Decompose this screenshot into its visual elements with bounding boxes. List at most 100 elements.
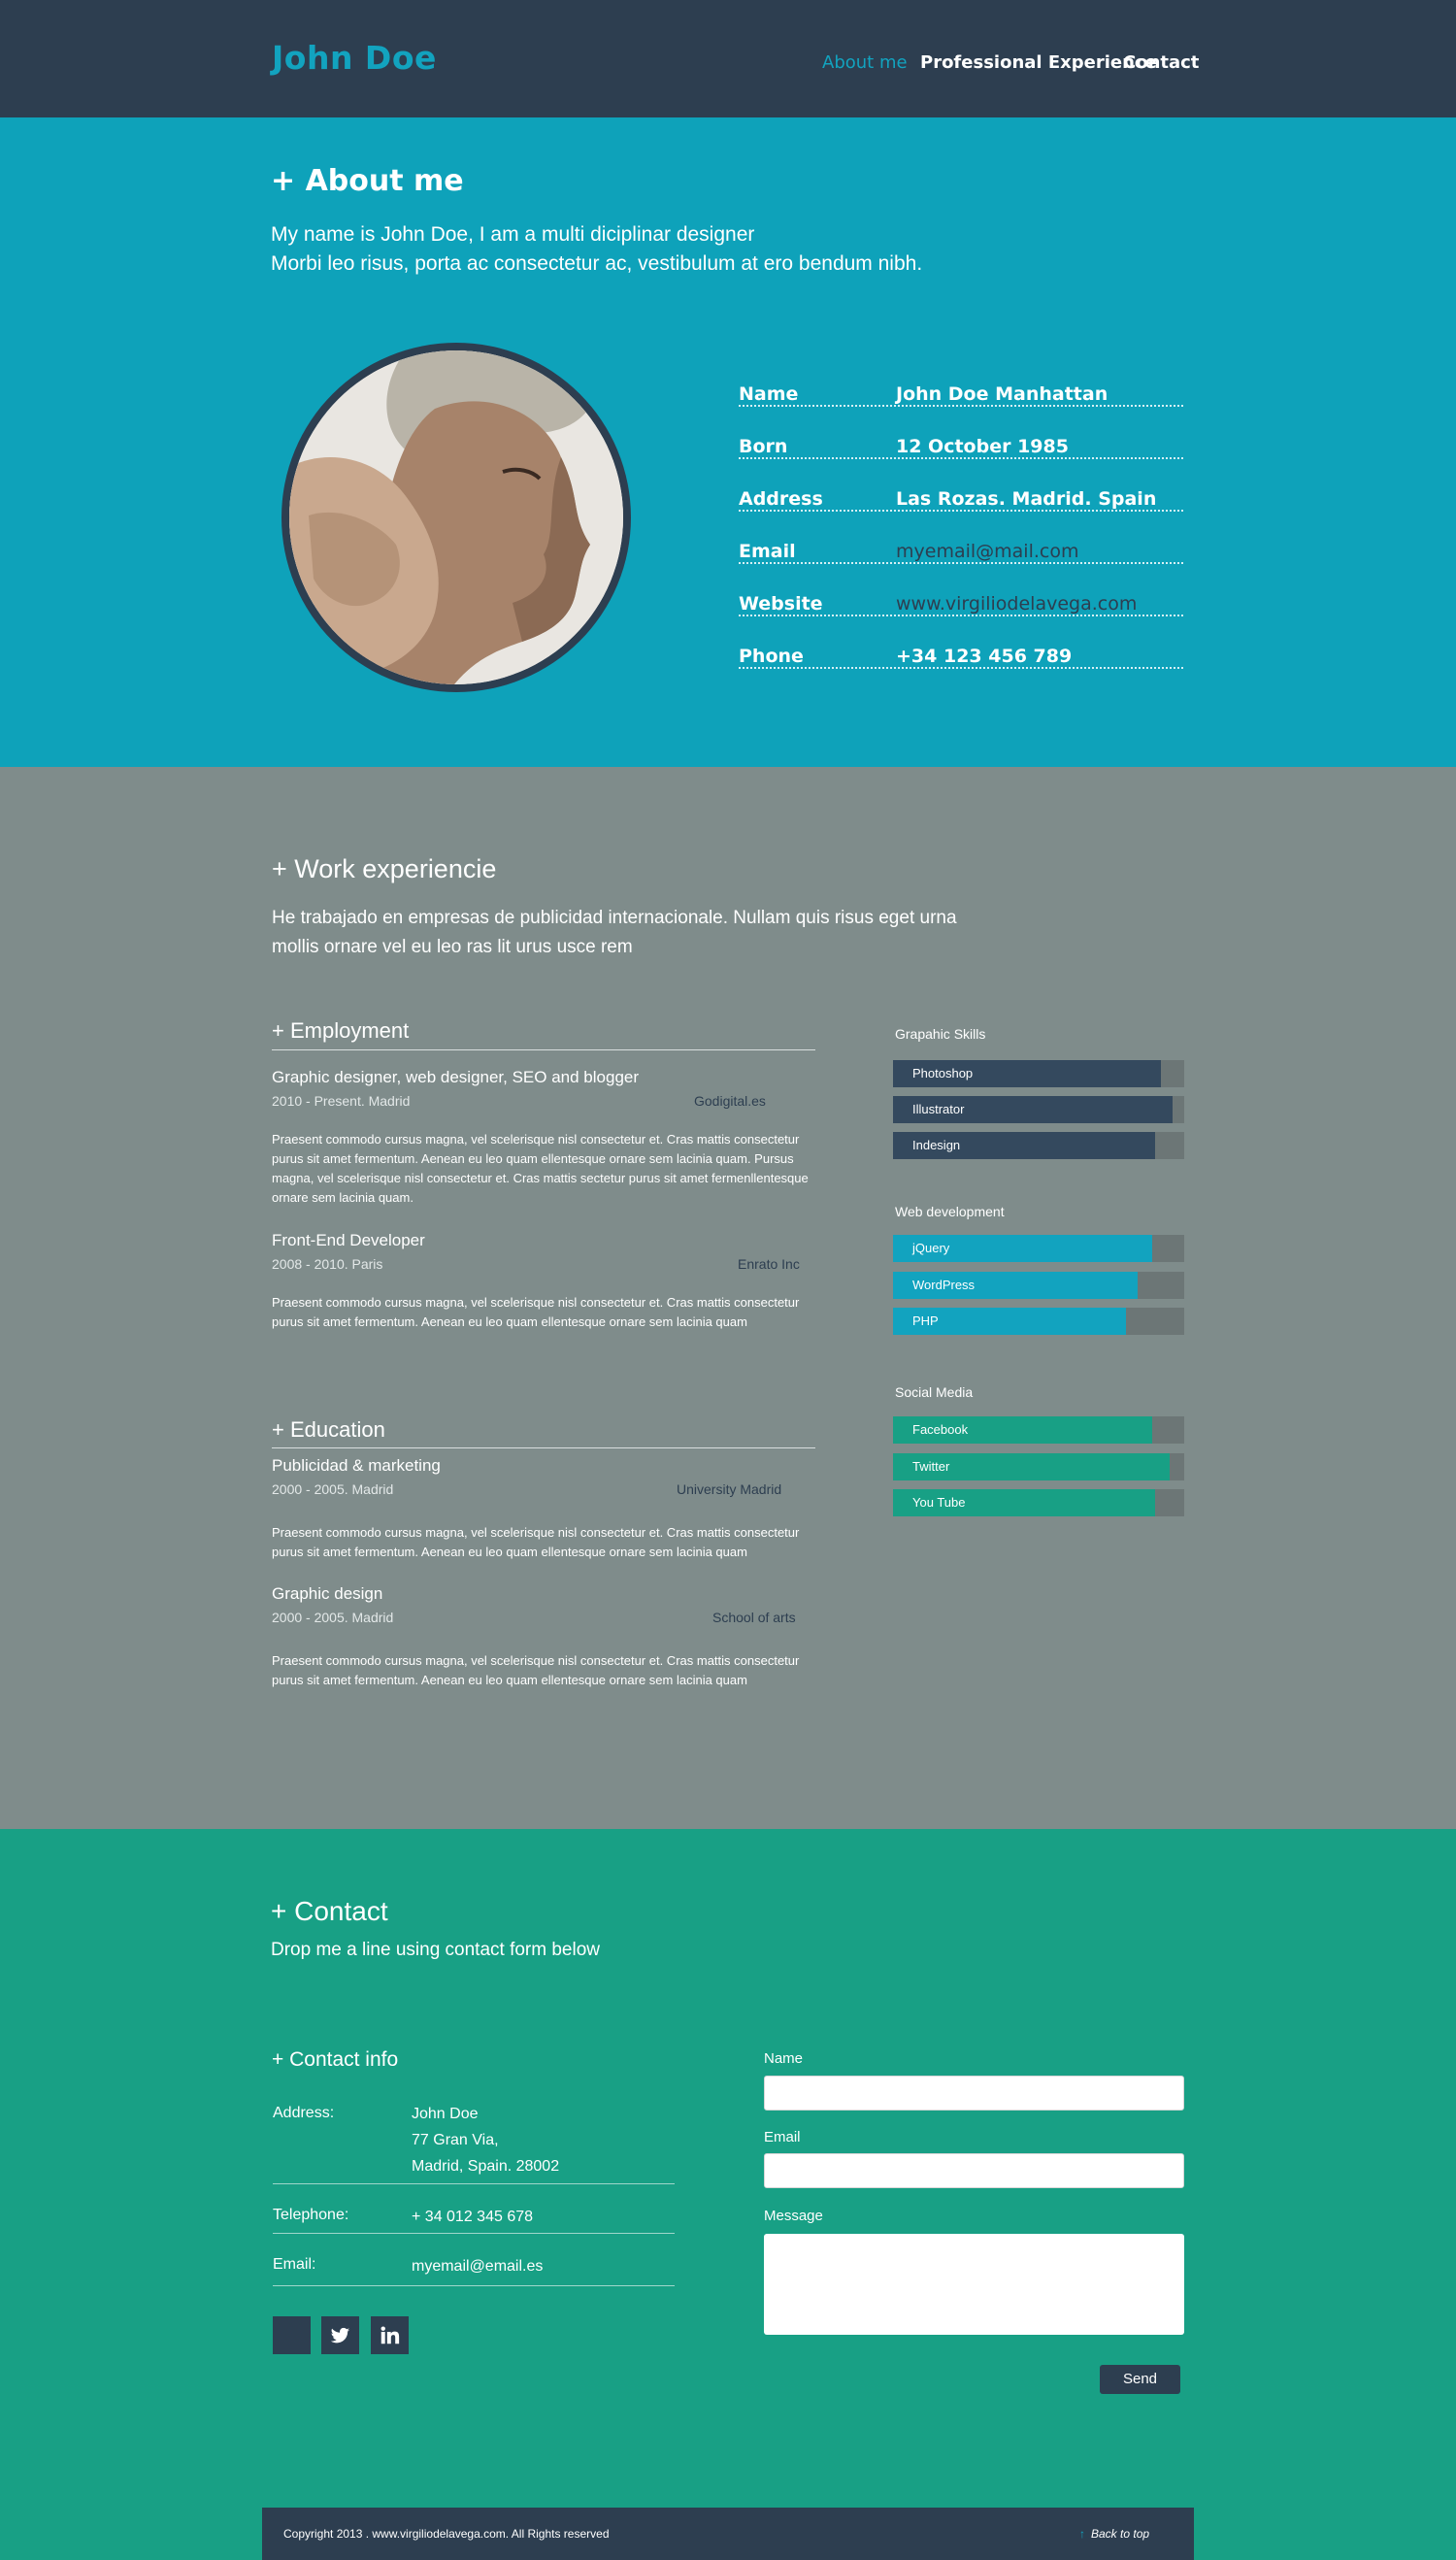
back-to-top-link[interactable]: ↑ Back to top xyxy=(1079,2527,1149,2541)
name-field[interactable] xyxy=(764,2076,1184,2111)
info-value: John Doe Manhattan xyxy=(896,383,1109,405)
info-row-phone: Phone +34 123 456 789 xyxy=(739,616,1183,669)
skill-bar: You Tube xyxy=(893,1489,1184,1516)
info-row-name: Name John Doe Manhattan xyxy=(739,354,1183,407)
education-meta: 2000 - 2005. Madrid xyxy=(272,1481,394,1497)
work-title: + Work experiencie xyxy=(272,854,497,883)
skill-bar: Twitter xyxy=(893,1453,1184,1480)
address-line: 77 Gran Via, xyxy=(412,2132,499,2148)
info-label: Born xyxy=(739,436,788,457)
job-description: Praesent commodo cursus magna, vel scele… xyxy=(272,1132,809,1205)
skill-group-title: Web development xyxy=(895,1204,1005,1219)
job-company: Enrato Inc xyxy=(738,1256,800,1272)
linkedin-icon xyxy=(381,2326,400,2344)
divider xyxy=(273,2183,675,2184)
education-meta: 2000 - 2005. Madrid xyxy=(272,1610,394,1625)
address-line: Madrid, Spain. 28002 xyxy=(412,2158,560,2175)
twitter-icon xyxy=(330,2327,350,2344)
about-section xyxy=(0,117,1456,767)
education-description: Praesent commodo cursus magna, vel scele… xyxy=(272,1653,800,1687)
education-title-item: Graphic design xyxy=(272,1584,383,1603)
linkedin-button[interactable] xyxy=(371,2316,409,2354)
skill-label: Twitter xyxy=(912,1459,950,1474)
info-label: Website xyxy=(739,593,823,615)
skill-label: You Tube xyxy=(912,1495,966,1510)
skill-group-title: Social Media xyxy=(895,1384,974,1400)
job-title: Front-End Developer xyxy=(272,1231,425,1249)
skill-label: Indesign xyxy=(912,1138,961,1152)
site-header xyxy=(0,0,1456,117)
email-field[interactable] xyxy=(764,2153,1184,2188)
email-link[interactable]: myemail@mail.com xyxy=(896,541,1078,562)
info-label: Email xyxy=(739,541,796,562)
skill-bar: PHP xyxy=(893,1308,1184,1335)
skill-bar: WordPress xyxy=(893,1272,1184,1299)
about-text: My name is John Doe, I am a multi dicipl… xyxy=(271,223,755,246)
message-field-label: Message xyxy=(764,2208,823,2224)
email-label: Email: xyxy=(273,2256,316,2273)
contact-subtitle: Drop me a line using contact form below xyxy=(271,1940,600,1960)
employment-title: + Employment xyxy=(272,1018,410,1043)
info-value: +34 123 456 789 xyxy=(896,646,1073,667)
skill-bar: Photoshop xyxy=(893,1060,1184,1087)
address-line: John Doe xyxy=(412,2106,479,2122)
website-link[interactable]: www.virgiliodelavega.com xyxy=(896,593,1137,615)
skill-label: jQuery xyxy=(912,1241,950,1255)
job-description: Praesent commodo cursus magna, vel scele… xyxy=(272,1295,800,1329)
info-row-born: Born 12 October 1985 xyxy=(739,407,1183,459)
telephone-value: + 34 012 345 678 xyxy=(412,2209,534,2225)
social-blank-button[interactable] xyxy=(273,2316,311,2354)
contact-info-title: + Contact info xyxy=(272,2048,399,2071)
profile-photo xyxy=(281,343,631,692)
nav-professional-experience[interactable]: Professional Experience xyxy=(920,52,1157,73)
skill-label: Photoshop xyxy=(912,1066,974,1081)
copyright-text: Copyright 2013 . www.virgiliodelavega.co… xyxy=(283,2527,610,2541)
email-field-label: Email xyxy=(764,2129,801,2145)
arrow-up-icon: ↑ xyxy=(1079,2527,1085,2541)
info-row-website: Website www.virgiliodelavega.com xyxy=(739,564,1183,616)
education-title: + Education xyxy=(272,1417,385,1442)
telephone-label: Telephone: xyxy=(273,2207,349,2223)
info-row-address: Address Las Rozas. Madrid. Spain xyxy=(739,459,1183,512)
skill-bar: Indesign xyxy=(893,1132,1184,1159)
skill-bar: jQuery xyxy=(893,1235,1184,1262)
twitter-button[interactable] xyxy=(321,2316,359,2354)
job-company: Godigital.es xyxy=(694,1093,766,1109)
nav-contact[interactable]: Contact xyxy=(1123,52,1199,73)
job-title: Graphic designer, web designer, SEO and … xyxy=(272,1068,640,1086)
skill-label: Facebook xyxy=(912,1422,969,1437)
divider xyxy=(273,2285,675,2286)
info-row-email: Email myemail@mail.com xyxy=(739,512,1183,564)
info-label: Name xyxy=(739,383,799,405)
education-title-item: Publicidad & marketing xyxy=(272,1456,441,1475)
skill-bar: Facebook xyxy=(893,1416,1184,1444)
skill-label: WordPress xyxy=(912,1278,976,1292)
work-text: He trabajado en empresas de publicidad i… xyxy=(272,908,957,928)
message-field[interactable] xyxy=(764,2234,1184,2335)
back-to-top-label: Back to top xyxy=(1091,2527,1150,2541)
job-meta: 2008 - 2010. Paris xyxy=(272,1256,383,1272)
profile-photo-illustration xyxy=(289,350,623,684)
info-label: Address xyxy=(739,488,823,510)
about-text: Morbi leo risus, porta ac consectetur ac… xyxy=(271,252,923,275)
education-school: School of arts xyxy=(712,1610,796,1625)
info-value: 12 October 1985 xyxy=(896,436,1069,457)
info-label: Phone xyxy=(739,646,804,667)
send-button[interactable]: Send xyxy=(1100,2365,1180,2394)
contact-title: + Contact xyxy=(271,1896,388,1926)
nav-about-me[interactable]: About me xyxy=(822,52,908,73)
site-logo[interactable]: John Doe xyxy=(272,39,437,77)
job-meta: 2010 - Present. Madrid xyxy=(272,1093,411,1109)
info-value: Las Rozas. Madrid. Spain xyxy=(896,488,1157,510)
address-label: Address: xyxy=(273,2105,335,2121)
skill-label: Illustrator xyxy=(912,1102,965,1116)
education-school: University Madrid xyxy=(677,1481,782,1497)
work-text: mollis ornare vel eu leo ras lit urus us… xyxy=(272,937,633,957)
about-title: + About me xyxy=(271,164,464,198)
skill-group-title: Grapahic Skills xyxy=(895,1026,986,1042)
divider xyxy=(273,2233,675,2234)
divider xyxy=(272,1049,815,1050)
email-value[interactable]: myemail@email.es xyxy=(412,2253,543,2279)
divider xyxy=(272,1447,815,1448)
skill-bar: Illustrator xyxy=(893,1096,1184,1123)
